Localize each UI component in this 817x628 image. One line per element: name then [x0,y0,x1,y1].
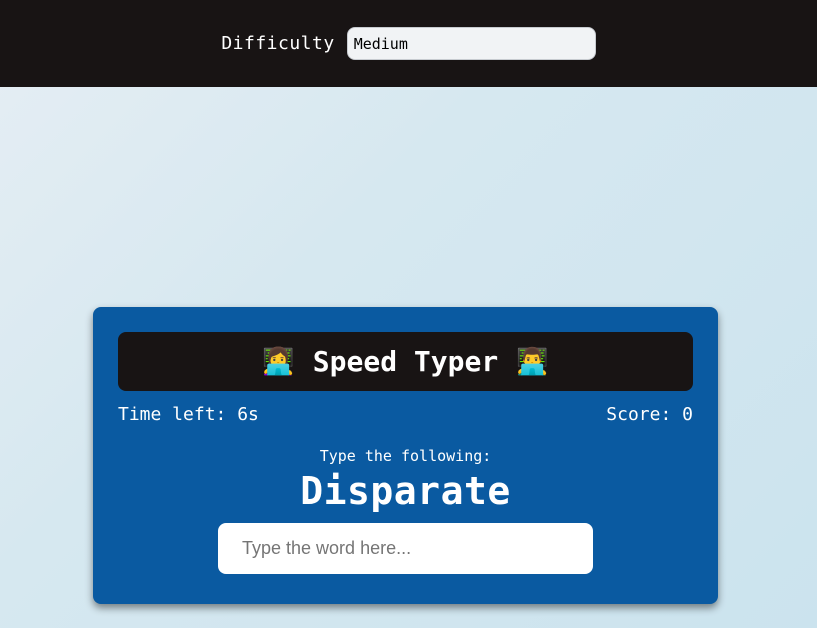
stats-row: Time left: 6s Score: 0 [118,404,693,425]
time-left: Time left: 6s [118,404,259,425]
input-wrap [118,523,693,574]
word-input[interactable] [218,523,593,574]
difficulty-select[interactable]: Medium [346,27,596,60]
title-bar: 👩‍💻 Speed Typer 👨‍💻 [118,332,693,391]
woman-technologist-icon: 👩‍💻 [262,346,295,377]
settings-bar: Difficulty Medium [0,0,817,87]
target-word: Disparate [300,469,511,513]
game-title: Speed Typer [312,345,499,378]
score: Score: 0 [606,404,693,425]
game-card: 👩‍💻 Speed Typer 👨‍💻 Time left: 6s Score:… [93,307,718,604]
man-technologist-icon: 👨‍💻 [516,346,549,377]
prompt-text: Type the following: [319,447,492,465]
difficulty-label: Difficulty [221,33,335,54]
difficulty-form: Difficulty Medium [221,27,596,60]
